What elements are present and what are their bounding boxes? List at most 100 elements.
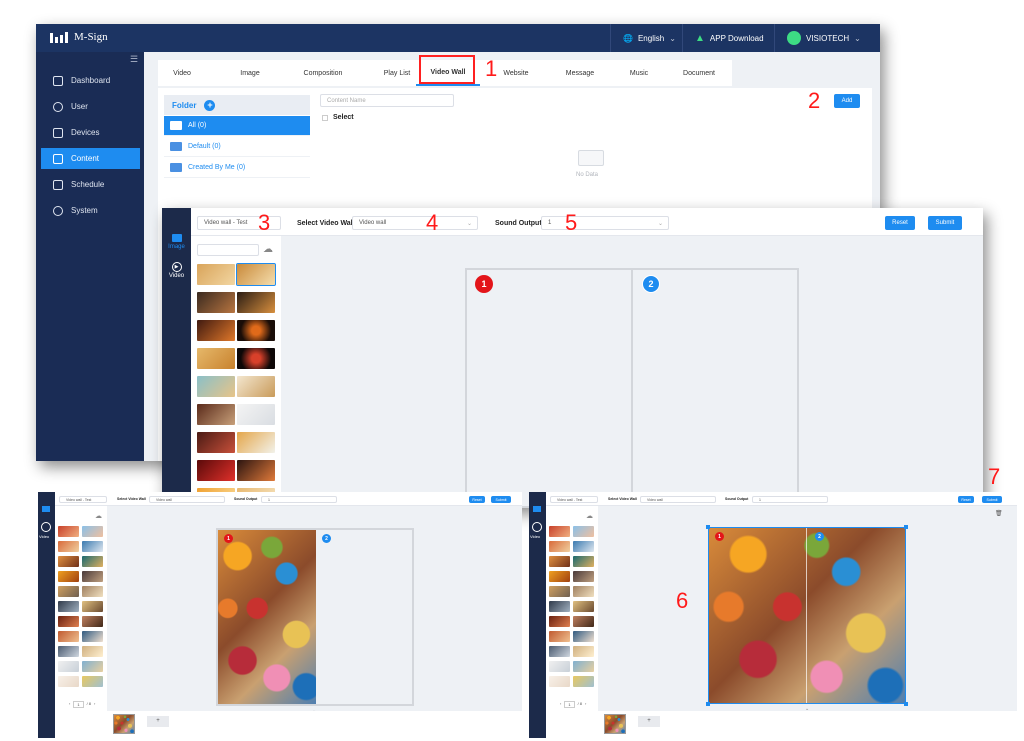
sound-output-select[interactable]: 1 ⌄ [541,216,669,230]
media-thumbnail[interactable] [237,348,275,369]
image-icon[interactable] [42,506,50,512]
media-thumbnail[interactable] [237,292,275,313]
play-icon[interactable] [532,522,542,532]
timeline-thumbnail[interactable] [604,714,626,734]
video-wall-select[interactable]: Video wall ⌄ [352,216,478,230]
media-thumbnail[interactable] [197,460,235,481]
media-thumbnail[interactable] [82,571,103,582]
cloud-upload-icon[interactable]: ☁ [586,512,593,520]
reset-button[interactable]: Reset [469,496,485,503]
media-thumbnail[interactable] [82,541,103,552]
tab-music[interactable]: Music [614,60,664,86]
wall-screen-2[interactable] [314,528,414,706]
nav-video[interactable]: ▶ Video [162,262,191,279]
thumbnail-pagination[interactable]: ‹ 1/ 8 › [560,701,586,708]
cloud-upload-icon[interactable]: ☁ [95,512,102,520]
media-thumbnail[interactable] [58,526,79,537]
media-thumbnail[interactable] [573,646,594,657]
sidebar-item-user[interactable]: User [41,96,140,117]
media-thumbnail[interactable] [197,432,235,453]
media-thumbnail[interactable] [549,616,570,627]
media-thumbnail[interactable] [549,646,570,657]
media-thumbnail[interactable] [549,676,570,687]
media-thumbnail[interactable] [549,586,570,597]
media-thumbnail[interactable] [82,646,103,657]
content-name-input[interactable]: Content Name [320,94,454,107]
media-thumbnail[interactable] [549,601,570,612]
sidebar-item-system[interactable]: System [41,200,140,221]
tab-document[interactable]: Document [670,60,728,86]
media-thumbnail[interactable] [58,571,79,582]
stretched-food-image[interactable] [708,527,906,704]
cloud-upload-icon[interactable]: ☁ [263,244,273,255]
sidebar-item-content[interactable]: Content [41,148,140,169]
reset-button[interactable]: Reset [885,216,915,230]
media-thumbnail[interactable] [549,661,570,672]
media-thumbnail[interactable] [549,571,570,582]
collapse-menu-icon[interactable]: ☰ [130,54,138,65]
add-slide-button[interactable]: + [147,716,169,727]
sidebar-item-dashboard[interactable]: Dashboard [41,70,140,91]
language-selector[interactable]: 🌐 English ⌄ [610,24,682,52]
media-thumbnail[interactable] [58,676,79,687]
media-thumbnail[interactable] [82,526,103,537]
select-all-checkbox[interactable]: Select [322,114,354,121]
media-thumbnail[interactable] [549,631,570,642]
media-thumbnail[interactable] [58,556,79,567]
sound-output-select[interactable]: 1 [261,496,337,503]
media-thumbnail[interactable] [573,541,594,552]
resize-handle[interactable] [706,525,710,529]
wall-name-input[interactable]: Video wall - Test [59,496,107,503]
media-thumbnail[interactable] [58,631,79,642]
media-thumbnail[interactable] [82,586,103,597]
media-thumbnail[interactable] [549,541,570,552]
media-thumbnail[interactable] [237,320,275,341]
app-logo[interactable]: M-Sign [50,31,108,43]
thumbnail-pagination[interactable]: ‹ 1/ 8 › [69,701,95,708]
media-thumbnail[interactable] [197,320,235,341]
media-thumbnail[interactable] [237,376,275,397]
app-download-button[interactable]: ▲ APP Download [682,24,774,52]
media-thumbnail[interactable] [573,526,594,537]
media-thumbnail[interactable] [197,404,235,425]
media-thumbnail[interactable] [82,616,103,627]
media-thumbnail[interactable] [573,676,594,687]
tab-image[interactable]: Image [222,60,278,86]
media-thumbnail[interactable] [58,586,79,597]
media-thumbnail[interactable] [82,661,103,672]
media-thumbnail[interactable] [58,616,79,627]
media-search-input[interactable] [197,244,259,256]
media-thumbnail[interactable] [573,556,594,567]
media-thumbnail[interactable] [197,292,235,313]
wall-name-input[interactable]: Video wall - Test [550,496,598,503]
video-wall-select[interactable]: Video wall [149,496,225,503]
sidebar-item-devices[interactable]: Devices [41,122,140,143]
media-thumbnail[interactable] [58,661,79,672]
add-button[interactable]: Add [834,94,860,108]
image-icon[interactable] [533,506,541,512]
media-thumbnail[interactable] [237,404,275,425]
media-thumbnail[interactable] [573,586,594,597]
placed-food-image[interactable] [218,530,316,704]
media-thumbnail[interactable] [573,571,594,582]
resize-handle[interactable] [706,702,710,706]
media-thumbnail[interactable] [549,526,570,537]
media-thumbnail[interactable] [573,631,594,642]
sidebar-item-schedule[interactable]: Schedule [41,174,140,195]
submit-button[interactable]: Submit [491,496,511,503]
folder-created-by-me[interactable]: Created By Me (0) [164,158,310,178]
wall-screen-1[interactable] [465,268,633,508]
wall-screen-2[interactable] [631,268,799,508]
media-thumbnail[interactable] [82,556,103,567]
media-thumbnail[interactable] [82,676,103,687]
add-slide-button[interactable]: + [638,716,660,727]
media-thumbnail[interactable] [237,432,275,453]
submit-button[interactable]: Submit [982,496,1002,503]
media-thumbnail[interactable] [573,601,594,612]
media-thumbnail[interactable] [197,348,235,369]
media-thumbnail[interactable] [197,264,235,285]
media-thumbnail[interactable] [82,601,103,612]
video-wall-select[interactable]: Video wall [640,496,716,503]
sound-output-select[interactable]: 1 [752,496,828,503]
tab-video[interactable]: Video [158,60,206,86]
